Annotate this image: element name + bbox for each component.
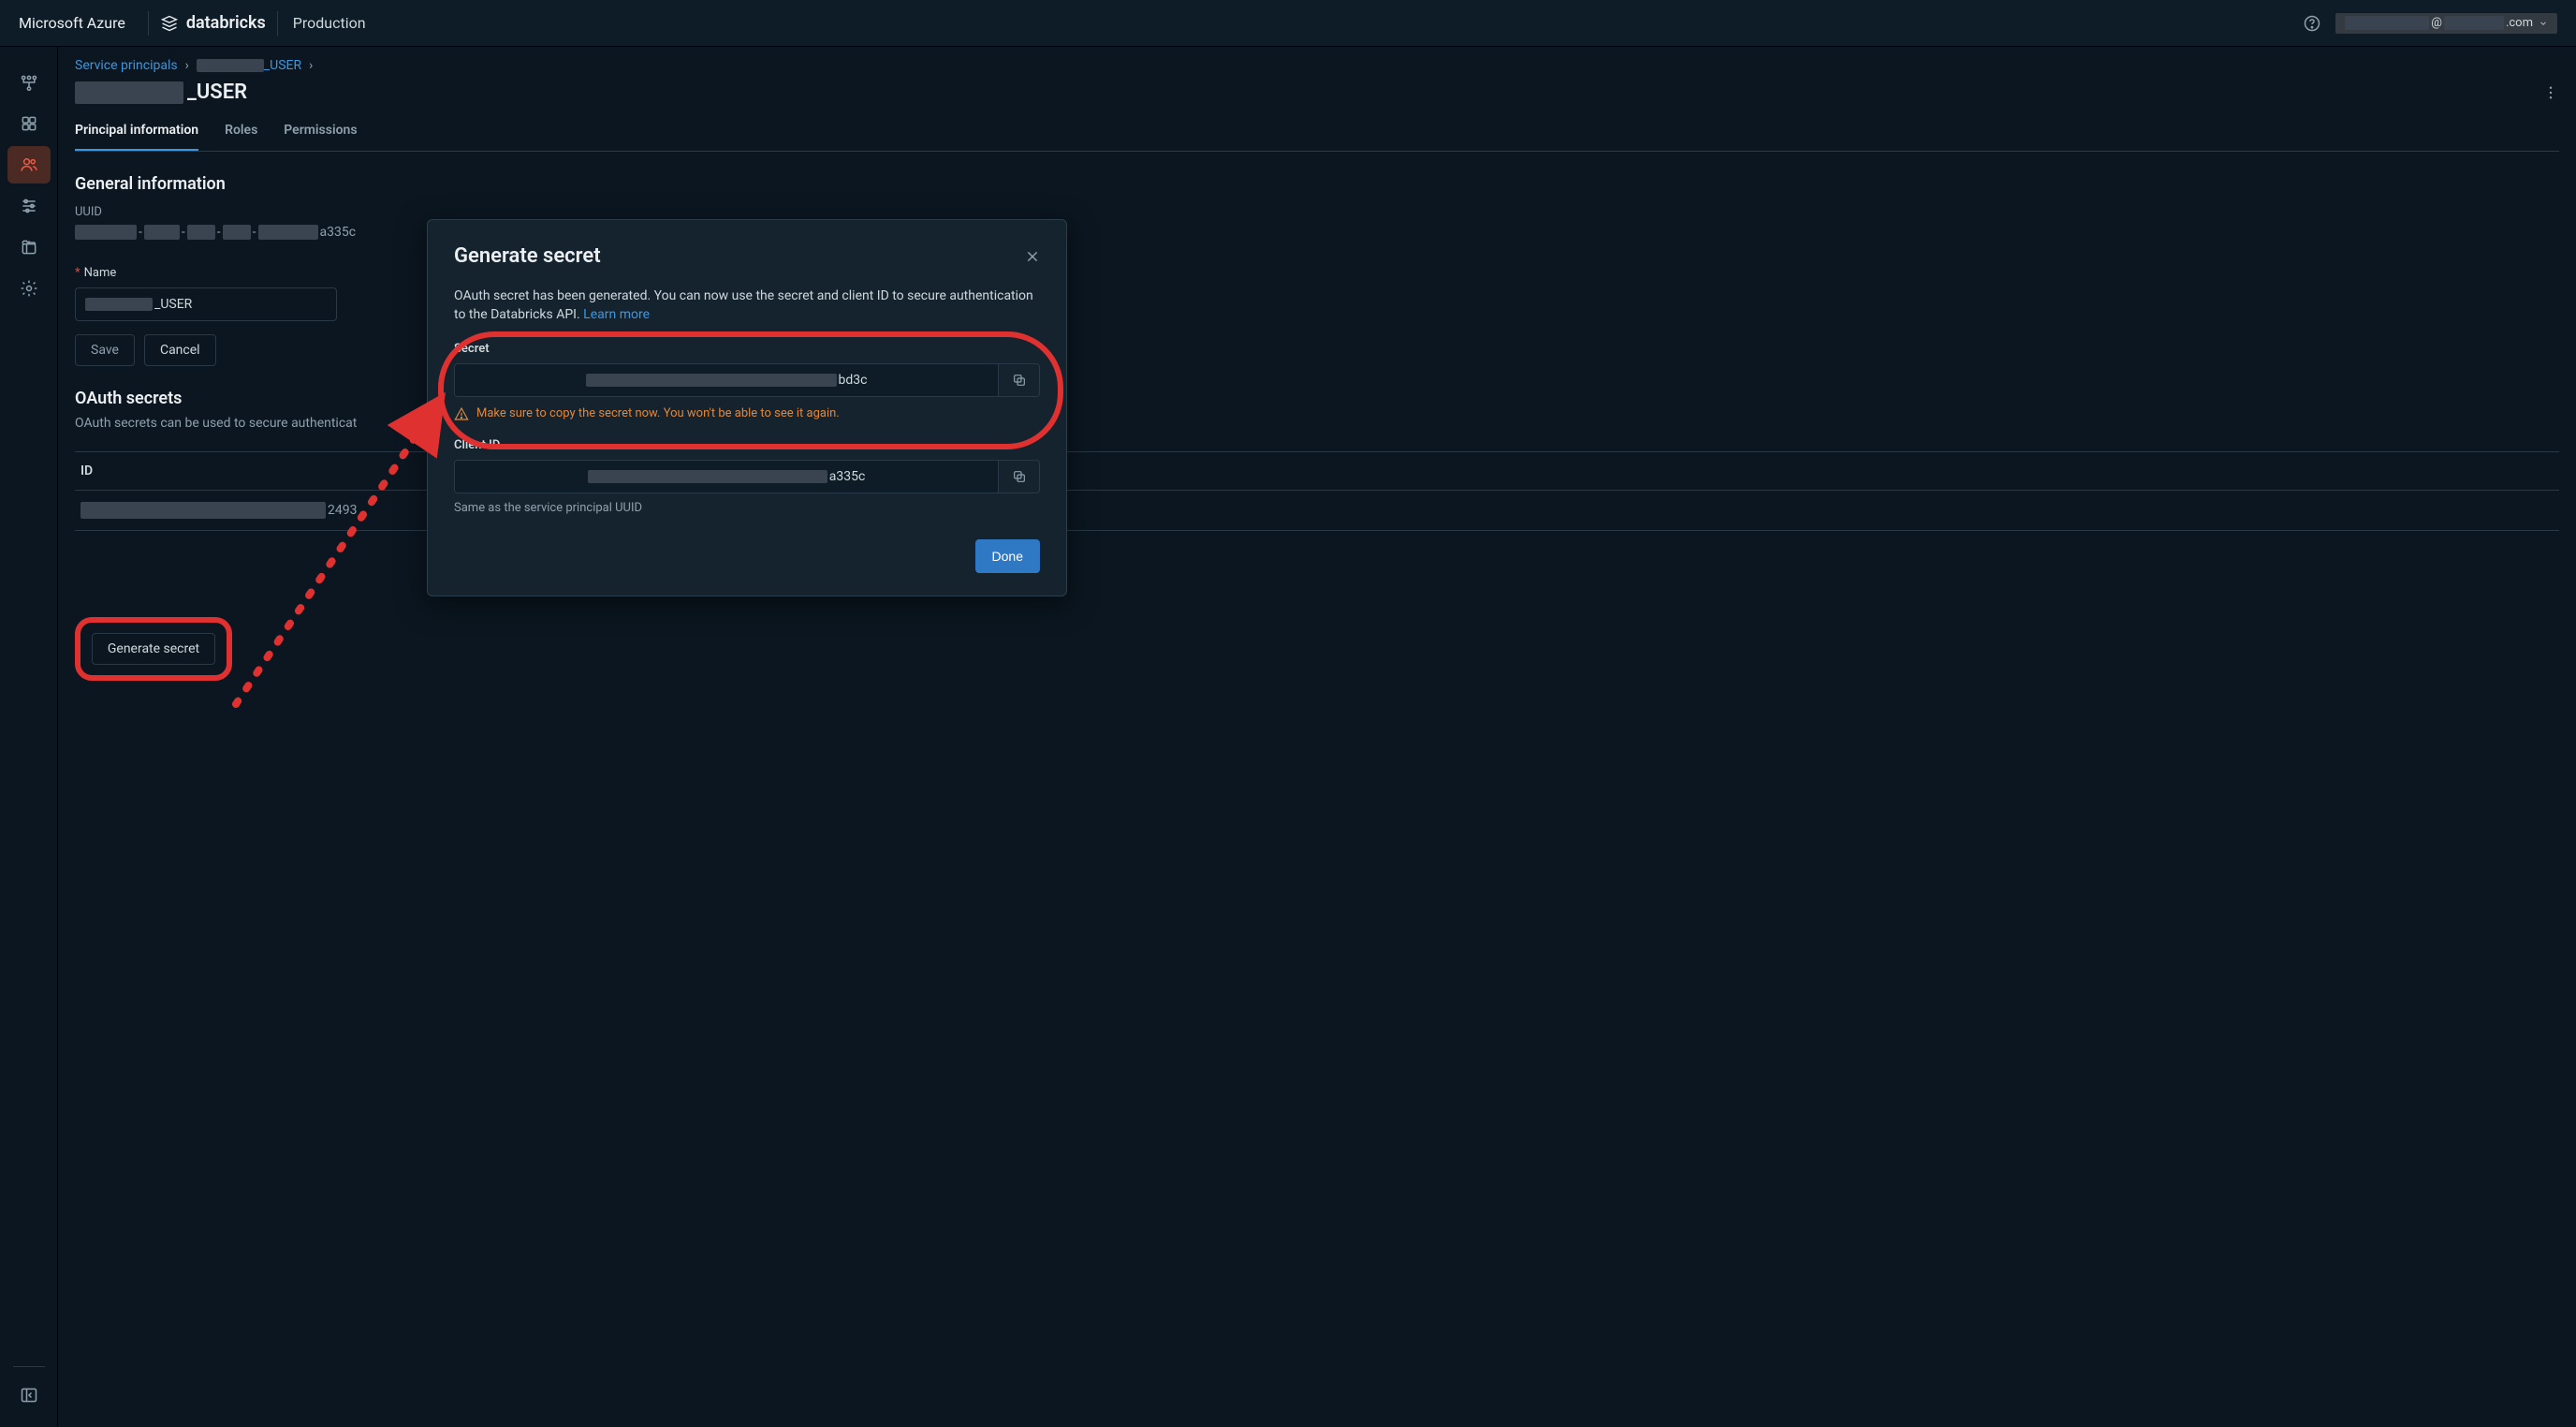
copy-icon — [1012, 373, 1027, 388]
top-header: Microsoft Azure databricks Production . … — [0, 0, 2576, 47]
page-more-menu[interactable] — [2542, 84, 2559, 101]
done-button[interactable]: Done — [975, 539, 1040, 573]
secret-label: Secret — [454, 342, 1040, 356]
copy-secret-button[interactable] — [998, 364, 1039, 396]
secret-value[interactable]: bd3c — [455, 364, 998, 396]
help-icon[interactable] — [2302, 13, 2322, 34]
breadcrumb-root-link[interactable]: Service principals — [75, 58, 178, 73]
clientid-hint: Same as the service principal UUID — [454, 501, 1040, 515]
tab-roles[interactable]: Roles — [225, 113, 257, 151]
separator — [277, 11, 278, 36]
highlight-generate-secret: Generate secret — [75, 617, 232, 681]
sidebar-item-users[interactable] — [7, 146, 51, 184]
generate-secret-button[interactable]: Generate secret — [92, 633, 215, 665]
clientid-label: Client ID — [454, 438, 1040, 452]
breadcrumb-current[interactable]: _USER — [197, 58, 301, 73]
page-title: _USER — [75, 81, 247, 104]
sidebar-item-workspaces[interactable] — [7, 64, 51, 101]
cancel-button[interactable]: Cancel — [144, 334, 216, 366]
clientid-field: a335c — [454, 460, 1040, 493]
brand-databricks: databricks — [160, 13, 266, 33]
tabs: Principal information Roles Permissions — [75, 113, 2559, 152]
sidebar-item-groups[interactable] — [7, 105, 51, 142]
modal-title: Generate secret — [454, 244, 601, 268]
brand-databricks-text: databricks — [186, 13, 266, 33]
tab-permissions[interactable]: Permissions — [284, 113, 357, 151]
save-button[interactable]: Save — [75, 334, 135, 366]
learn-more-link[interactable]: Learn more — [583, 307, 650, 322]
clientid-value[interactable]: a335c — [455, 461, 998, 493]
tab-principal-information[interactable]: Principal information — [75, 113, 198, 151]
name-input[interactable]: _USER — [75, 287, 337, 321]
secret-field: bd3c — [454, 363, 1040, 397]
sidebar-item-catalog[interactable] — [7, 228, 51, 266]
secret-warning: Make sure to copy the secret now. You wo… — [454, 406, 1040, 421]
user-email: . @ . .com — [2345, 16, 2533, 30]
separator — [148, 11, 149, 36]
sidebar-divider — [13, 1366, 45, 1367]
uuid-label: UUID — [75, 205, 2559, 219]
breadcrumb: Service principals › _USER › — [75, 58, 2559, 73]
section-general-heading: General information — [75, 174, 2559, 194]
modal-close-button[interactable] — [1025, 249, 1040, 264]
brand-azure: Microsoft Azure — [19, 14, 125, 32]
modal-description: OAuth secret has been generated. You can… — [454, 287, 1040, 325]
chevron-down-icon — [2539, 19, 2548, 28]
warning-icon — [454, 406, 469, 421]
environment-label: Production — [293, 14, 366, 32]
generate-secret-modal: Generate secret OAuth secret has been ge… — [427, 219, 1067, 596]
close-icon — [1025, 249, 1040, 264]
sidebar — [0, 47, 58, 1427]
sidebar-item-settings[interactable] — [7, 270, 51, 307]
copy-clientid-button[interactable] — [998, 461, 1039, 493]
chevron-right-icon: › — [309, 58, 313, 73]
main-content: Service principals › _USER › _USER Princ… — [58, 47, 2576, 1427]
sidebar-item-collapse[interactable] — [7, 1376, 51, 1414]
kebab-icon — [2542, 84, 2559, 101]
copy-icon — [1012, 469, 1027, 484]
databricks-logo-icon — [160, 14, 179, 33]
sidebar-item-settings-sliders[interactable] — [7, 187, 51, 225]
chevron-right-icon: › — [185, 58, 189, 73]
user-menu[interactable]: . @ . .com — [2335, 13, 2557, 34]
